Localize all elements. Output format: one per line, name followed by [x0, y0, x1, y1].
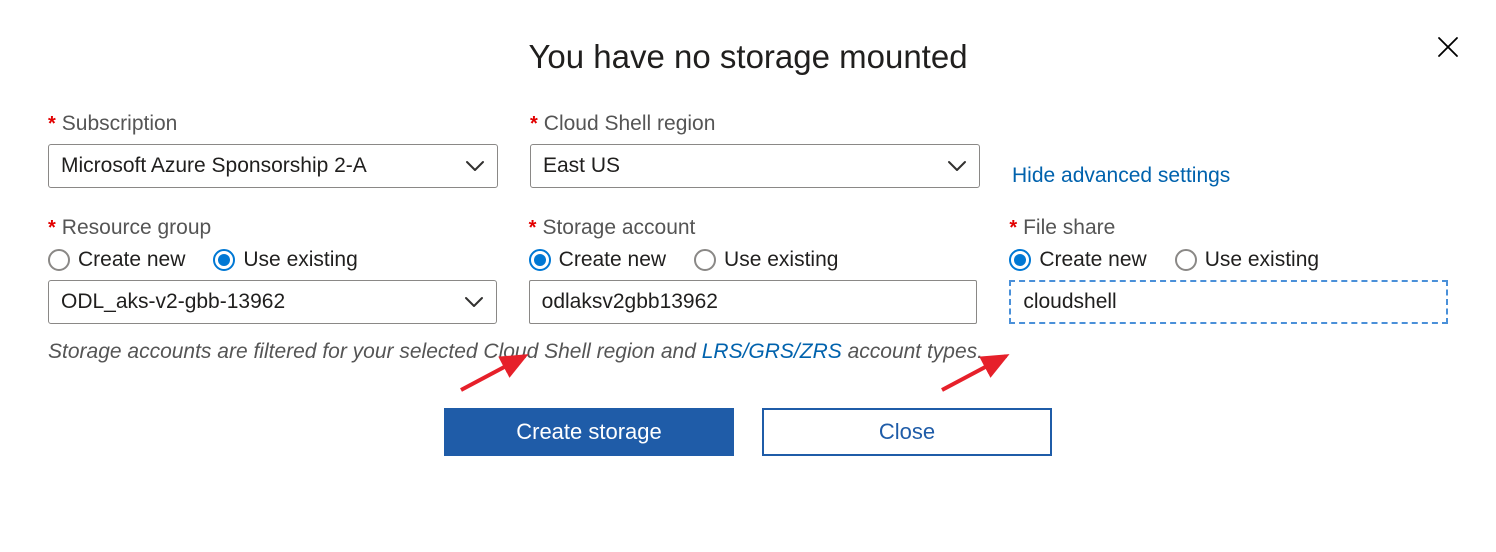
radio-label: Create new — [1039, 248, 1146, 272]
fs-use-existing-radio[interactable]: Use existing — [1175, 248, 1319, 272]
footnote-text: Storage accounts are filtered for your s… — [48, 340, 702, 363]
region-select[interactable]: East US — [530, 144, 980, 188]
file-share-label-text: File share — [1023, 216, 1115, 240]
rg-use-existing-radio[interactable]: Use existing — [213, 248, 357, 272]
radio-icon — [213, 249, 235, 271]
footnote-link[interactable]: LRS/GRS/ZRS — [702, 340, 842, 363]
radio-icon — [1175, 249, 1197, 271]
resource-group-value: ODL_aks-v2-gbb-13962 — [61, 290, 285, 314]
subscription-value: Microsoft Azure Sponsorship 2-A — [61, 154, 367, 178]
required-icon: * — [48, 113, 56, 136]
chevron-down-icon — [465, 159, 485, 173]
subscription-label-text: Subscription — [62, 112, 178, 136]
radio-label: Create new — [559, 248, 666, 272]
required-icon: * — [529, 217, 537, 240]
fs-create-new-radio[interactable]: Create new — [1009, 248, 1146, 272]
storage-account-input[interactable] — [529, 280, 978, 324]
resource-group-select[interactable]: ODL_aks-v2-gbb-13962 — [48, 280, 497, 324]
radio-icon — [1009, 249, 1031, 271]
required-icon: * — [1009, 217, 1017, 240]
radio-label: Use existing — [243, 248, 357, 272]
file-share-label: * File share — [1009, 216, 1448, 240]
create-storage-button[interactable]: Create storage — [444, 408, 734, 456]
storage-account-label-text: Storage account — [542, 216, 695, 240]
radio-label: Create new — [78, 248, 185, 272]
subscription-label: * Subscription — [48, 112, 498, 136]
radio-icon — [48, 249, 70, 271]
region-value: East US — [543, 154, 620, 178]
required-icon: * — [48, 217, 56, 240]
subscription-select[interactable]: Microsoft Azure Sponsorship 2-A — [48, 144, 498, 188]
page-title: You have no storage mounted — [48, 38, 1448, 76]
chevron-down-icon — [464, 295, 484, 309]
file-share-input[interactable] — [1009, 280, 1448, 324]
close-icon[interactable] — [1436, 32, 1460, 64]
close-button[interactable]: Close — [762, 408, 1052, 456]
region-label: * Cloud Shell region — [530, 112, 980, 136]
footnote-text: account types. — [842, 340, 983, 363]
rg-create-new-radio[interactable]: Create new — [48, 248, 185, 272]
radio-icon — [529, 249, 551, 271]
resource-group-label: * Resource group — [48, 216, 497, 240]
radio-label: Use existing — [1205, 248, 1319, 272]
radio-label: Use existing — [724, 248, 838, 272]
sa-create-new-radio[interactable]: Create new — [529, 248, 666, 272]
radio-icon — [694, 249, 716, 271]
region-label-text: Cloud Shell region — [544, 112, 716, 136]
storage-account-label: * Storage account — [529, 216, 978, 240]
chevron-down-icon — [947, 159, 967, 173]
required-icon: * — [530, 113, 538, 136]
resource-group-label-text: Resource group — [62, 216, 211, 240]
footnote: Storage accounts are filtered for your s… — [48, 340, 1448, 364]
hide-advanced-link[interactable]: Hide advanced settings — [1012, 136, 1230, 188]
sa-use-existing-radio[interactable]: Use existing — [694, 248, 838, 272]
